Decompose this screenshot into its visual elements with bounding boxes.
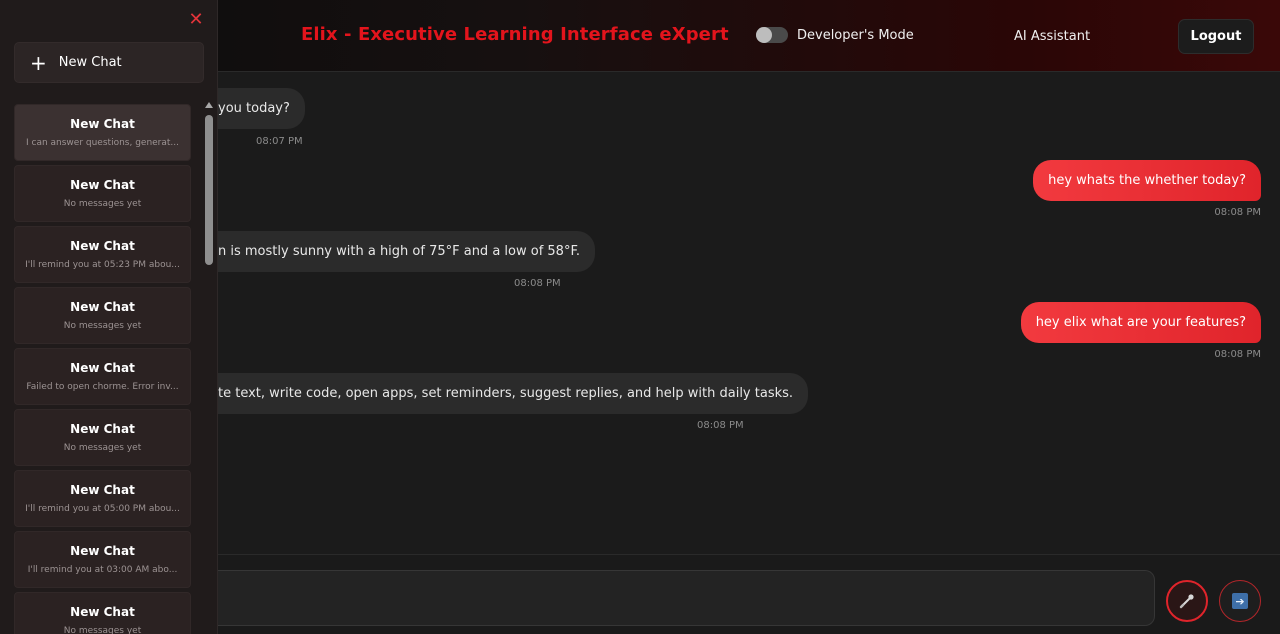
toggle-switch[interactable] <box>756 27 788 43</box>
logout-button[interactable]: Logout <box>1178 19 1254 54</box>
message-text: hey elix what are your features? <box>1035 315 1246 330</box>
plus-icon: + <box>30 50 47 75</box>
chat-preview: No messages yet <box>63 443 142 453</box>
chat-preview: No messages yet <box>63 321 142 331</box>
chat-preview: No messages yet <box>63 626 142 634</box>
chat-preview: Failed to open chorme. Error inv... <box>26 382 179 392</box>
chat-list-item[interactable]: New Chat No messages yet <box>14 165 191 222</box>
chat-title: New Chat <box>70 483 135 497</box>
chat-preview: I'll remind you at 03:00 AM abo... <box>27 565 178 575</box>
chat-list-item[interactable]: New Chat No messages yet <box>14 592 191 634</box>
chat-title: New Chat <box>70 422 135 436</box>
user-message: hey elix what are your features? <box>1020 302 1261 343</box>
message-time: 08:08 PM <box>514 278 561 289</box>
bot-message: n is mostly sunny with a high of 75°F an… <box>218 231 595 272</box>
chat-list-item[interactable]: New Chat I'll remind you at 03:00 AM abo… <box>14 531 191 588</box>
message-input[interactable] <box>218 570 1155 626</box>
bot-message: you today? <box>218 88 305 129</box>
chat-preview: I'll remind you at 05:00 PM abou... <box>25 504 180 514</box>
chat-list-item[interactable]: New Chat I'll remind you at 05:00 PM abo… <box>14 470 191 527</box>
user-message: hey whats the whether today? <box>1033 160 1261 201</box>
scrollbar-thumb[interactable] <box>205 115 213 265</box>
chat-title: New Chat <box>70 178 135 192</box>
message-text: te text, write code, open apps, set remi… <box>218 386 794 401</box>
chat-preview: No messages yet <box>63 199 142 209</box>
microphone-button[interactable] <box>1166 580 1208 622</box>
message-time: 08:08 PM <box>1214 207 1261 218</box>
developer-mode-toggle[interactable]: Developer's Mode <box>756 27 914 43</box>
chat-title: New Chat <box>70 544 135 558</box>
chat-list-item[interactable]: New Chat No messages yet <box>14 287 191 344</box>
message-text: hey whats the whether today? <box>1048 173 1246 188</box>
app-title: Elix - Executive Learning Interface eXpe… <box>301 24 729 45</box>
bot-message: te text, write code, open apps, set remi… <box>218 373 809 414</box>
message-text: n is mostly sunny with a high of 75°F an… <box>218 244 580 259</box>
message-time: 08:08 PM <box>1214 349 1261 360</box>
message-text: you today? <box>218 101 290 116</box>
sidebar-scrollbar[interactable] <box>204 100 214 634</box>
chat-list-item[interactable]: New Chat I can answer questions, generat… <box>14 104 191 161</box>
chat-title: New Chat <box>70 300 135 314</box>
chat-title: New Chat <box>70 239 135 253</box>
scroll-up-arrow-icon[interactable] <box>205 102 213 108</box>
ai-assistant-label: AI Assistant <box>1014 29 1091 44</box>
chat-list-item[interactable]: New Chat Failed to open chorme. Error in… <box>14 348 191 405</box>
send-arrow-icon: ➔ <box>1232 593 1248 609</box>
toggle-knob <box>756 27 772 43</box>
chat-title: New Chat <box>70 361 135 375</box>
microphone-icon <box>1179 594 1194 609</box>
message-time: 08:08 PM <box>697 420 744 431</box>
chat-title: New Chat <box>70 117 135 131</box>
close-icon[interactable]: ✕ <box>187 11 205 29</box>
chat-list: New Chat I can answer questions, generat… <box>14 104 191 634</box>
chat-preview: I'll remind you at 05:23 PM abou... <box>25 260 180 270</box>
new-chat-label: New Chat <box>58 55 122 70</box>
chat-list-item[interactable]: New Chat I'll remind you at 05:23 PM abo… <box>14 226 191 283</box>
chat-preview: I can answer questions, generat... <box>25 138 180 148</box>
developer-mode-label: Developer's Mode <box>797 27 914 43</box>
message-time: 08:07 PM <box>256 136 303 147</box>
chat-title: New Chat <box>70 605 135 619</box>
send-button[interactable]: ➔ <box>1219 580 1261 622</box>
new-chat-button[interactable]: + New Chat <box>14 42 204 83</box>
chat-list-item[interactable]: New Chat No messages yet <box>14 409 191 466</box>
input-area: ➔ <box>218 554 1280 634</box>
sidebar: ✕ + New Chat New Chat I can answer quest… <box>0 0 218 634</box>
